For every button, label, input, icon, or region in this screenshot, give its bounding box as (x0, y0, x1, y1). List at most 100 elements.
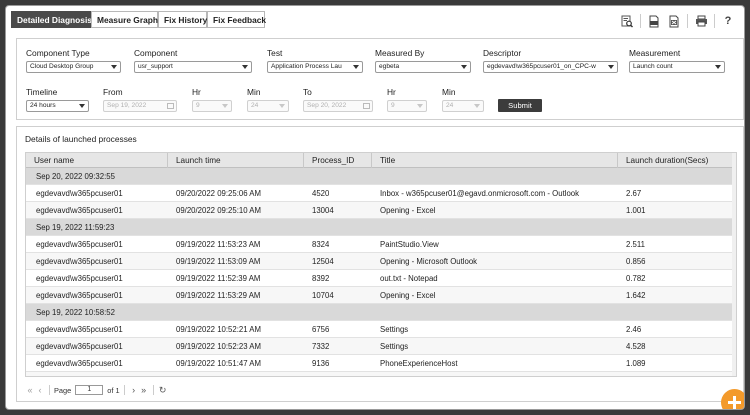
table-row[interactable]: egdevavd\w365pcuser01 09/19/2022 11:53:09… (26, 253, 736, 270)
to-hr-select[interactable]: 9 (387, 100, 427, 112)
to-hr-value: 9 (391, 102, 395, 109)
to-min-select[interactable]: 24 (442, 100, 484, 112)
group-row[interactable]: Sep 19, 2022 10:58:52 (26, 304, 736, 321)
chevron-down-icon (461, 65, 467, 69)
from-hr-select[interactable]: 9 (192, 100, 232, 112)
table-row[interactable]: egdevavd\w365pcuser01 09/20/2022 09:25:06… (26, 185, 736, 202)
toolbar-icons: ? (620, 13, 735, 29)
measured-by-label: Measured By (375, 48, 425, 58)
tab-measure-graph[interactable]: Measure Graph (91, 11, 158, 28)
pagination-bar: « ‹ Page 1 of 1 › » ↻ (25, 383, 737, 397)
user-name-cell: egdevavd\w365pcuser01 (36, 372, 123, 376)
user-name-cell: egdevavd\w365pcuser01 (36, 189, 123, 198)
descriptor-select[interactable]: egdevavd\w365pcuser01_on_CPC-w (483, 61, 618, 73)
component-type-value: Cloud Desktop Group (30, 63, 94, 70)
timeline-select[interactable]: 24 hours (26, 100, 89, 112)
table-row[interactable]: egdevavd\w365pcuser01 09/19/2022 11:53:23… (26, 236, 736, 253)
to-date-value: Sep 20, 2022 (307, 102, 347, 109)
print-icon[interactable] (694, 14, 708, 28)
group-row[interactable]: Sep 20, 2022 09:32:55 (26, 168, 736, 185)
first-page-icon[interactable]: « (25, 385, 35, 395)
title-cell: Settings (380, 325, 409, 334)
page-number-input[interactable]: 1 (75, 385, 104, 395)
column-header-launch-time[interactable]: Launch time (168, 153, 304, 168)
column-header-user-name[interactable]: User name (26, 153, 168, 168)
to-hr-label: Hr (387, 87, 396, 97)
group-timestamp: Sep 19, 2022 11:59:23 (36, 223, 115, 232)
process-id-cell: 4520 (312, 189, 330, 198)
launch-duration-cell: 2.46 (626, 325, 642, 334)
help-icon[interactable]: ? (721, 14, 735, 28)
launch-duration-cell: 2.029 (626, 372, 646, 376)
process-table: User name Launch time Process_ID Title L… (25, 152, 737, 377)
table-row[interactable]: egdevavd\w365pcuser01 09/19/2022 11:53:29… (26, 287, 736, 304)
component-select[interactable]: usr_support (134, 61, 252, 73)
previous-page-icon[interactable]: ‹ (35, 385, 45, 395)
timeline-value: 24 hours (30, 102, 56, 109)
measurement-value: Launch count (633, 63, 673, 70)
table-row[interactable]: egdevavd\w365pcuser01 09/19/2022 11:52:39… (26, 270, 736, 287)
from-min-select[interactable]: 24 (247, 100, 289, 112)
chevron-down-icon (608, 65, 614, 69)
table-row[interactable]: egdevavd\w365pcuser01 09/20/2022 09:25:10… (26, 202, 736, 219)
table-row[interactable]: egdevavd\w365pcuser01 09/19/2022 10:51:35… (26, 372, 736, 376)
process-id-cell: 9164 (312, 372, 329, 376)
column-header-process-id[interactable]: Process_ID (304, 153, 372, 168)
title-cell: Opening - Microsoft Outlook (380, 257, 478, 266)
search-document-icon[interactable] (620, 14, 634, 28)
descriptor-label: Descriptor (483, 48, 522, 58)
chevron-down-icon (242, 65, 248, 69)
next-page-icon[interactable]: › (129, 385, 139, 395)
process-id-cell: 6756 (312, 325, 330, 334)
calendar-icon (167, 103, 174, 109)
launch-time-cell: 09/19/2022 11:53:23 AM (176, 240, 261, 249)
chevron-down-icon (474, 104, 480, 108)
group-timestamp: Sep 19, 2022 10:58:52 (36, 308, 115, 317)
measured-by-value: egbeta (379, 63, 400, 70)
process-id-cell: 9136 (312, 359, 330, 368)
user-name-cell: egdevavd\w365pcuser01 (36, 359, 123, 368)
table-row[interactable]: egdevavd\w365pcuser01 09/19/2022 10:52:23… (26, 338, 736, 355)
title-cell: Settings (380, 342, 409, 351)
toolbar-separator (640, 14, 641, 28)
table-row[interactable]: egdevavd\w365pcuser01 09/19/2022 10:51:47… (26, 355, 736, 372)
table-scrollbar[interactable] (732, 153, 736, 376)
measured-by-select[interactable]: egbeta (375, 61, 471, 73)
from-date-value: Sep 19, 2022 (107, 102, 147, 109)
measurement-select[interactable]: Launch count (629, 61, 725, 73)
submit-button[interactable]: Submit (498, 99, 542, 112)
user-name-cell: egdevavd\w365pcuser01 (36, 274, 123, 283)
chevron-down-icon (353, 65, 359, 69)
excel-icon[interactable] (667, 14, 681, 28)
component-type-select[interactable]: Cloud Desktop Group (26, 61, 121, 73)
tab-fix-history[interactable]: Fix History (158, 11, 207, 28)
chevron-down-icon (79, 104, 85, 108)
pdf-icon[interactable] (647, 14, 661, 28)
launch-time-cell: 09/20/2022 09:25:10 AM (176, 206, 261, 215)
component-type-label: Component Type (26, 48, 90, 58)
title-cell: PaintStudio.View (380, 240, 439, 249)
from-hr-label: Hr (192, 87, 201, 97)
pager-separator (49, 385, 50, 395)
chevron-down-icon (279, 104, 285, 108)
refresh-icon[interactable]: ↻ (158, 385, 168, 395)
from-date-input[interactable]: Sep 19, 2022 (103, 100, 177, 112)
from-hr-value: 9 (196, 102, 200, 109)
table-row[interactable]: egdevavd\w365pcuser01 09/19/2022 10:52:21… (26, 321, 736, 338)
pager-separator (123, 385, 125, 395)
launch-time-cell: 09/19/2022 11:53:29 AM (176, 291, 261, 300)
last-page-icon[interactable]: » (139, 385, 149, 395)
title-cell: Inbox - w365pcuser01@egavd.onmicrosoft.c… (380, 189, 580, 198)
test-select[interactable]: Application Process Lau (267, 61, 363, 73)
title-cell: out.txt - Notepad (380, 274, 438, 283)
tab-fix-feedback[interactable]: Fix Feedback (207, 11, 266, 28)
test-label: Test (267, 48, 283, 58)
column-header-title[interactable]: Title (372, 153, 618, 168)
add-floating-button[interactable] (721, 389, 744, 409)
user-name-cell: egdevavd\w365pcuser01 (36, 240, 123, 249)
launch-time-cell: 09/19/2022 10:51:47 AM (176, 359, 261, 368)
tab-detailed-diagnosis[interactable]: Detailed Diagnosis (11, 11, 92, 28)
to-date-input[interactable]: Sep 20, 2022 (303, 100, 373, 112)
group-row[interactable]: Sep 19, 2022 11:59:23 (26, 219, 736, 236)
column-header-launch-duration[interactable]: Launch duration(Secs) (618, 153, 736, 168)
